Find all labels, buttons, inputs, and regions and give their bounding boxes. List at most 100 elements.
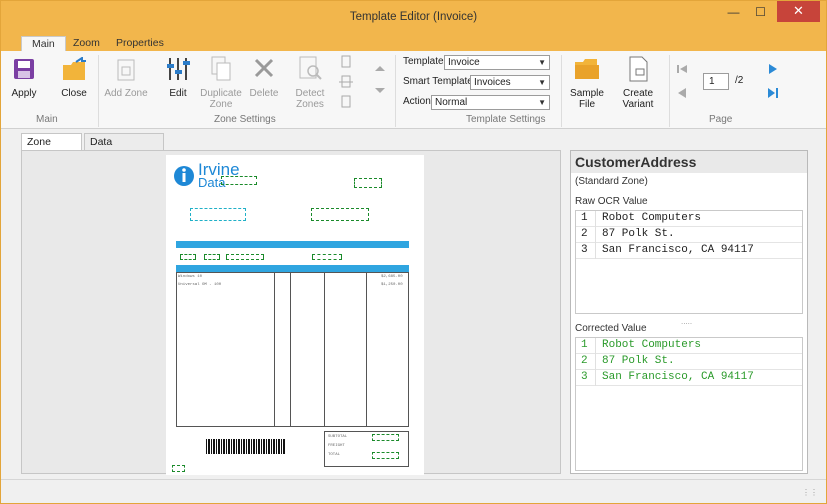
list-item: 1 Robot Computers	[576, 211, 802, 227]
detect-zones-icon	[299, 56, 322, 80]
total-label: TOTAL	[328, 453, 341, 457]
zone-box[interactable]	[312, 254, 342, 260]
sliders-icon	[167, 58, 190, 80]
edit-button[interactable]: Edit	[161, 55, 195, 99]
zone-box[interactable]	[180, 254, 196, 260]
app-window: Template Editor (Invoice) — ☐ ✕ Main Zoo…	[0, 0, 827, 504]
folder-close-icon	[63, 56, 86, 80]
status-bar: ⋮⋮	[1, 479, 826, 503]
move-down-icon[interactable]	[373, 85, 387, 100]
tab-properties[interactable]: Properties	[106, 36, 174, 52]
zone-box[interactable]	[311, 208, 369, 221]
template-label: Template	[403, 56, 444, 67]
group-label-main: Main	[36, 114, 58, 125]
delete-x-icon	[254, 58, 274, 78]
title-bar: Template Editor (Invoice) — ☐ ✕	[1, 1, 826, 35]
template-select[interactable]: Invoice ▼	[444, 55, 550, 70]
zone-title: CustomerAddress	[575, 154, 697, 170]
smart-template-label: Smart Template	[403, 76, 473, 87]
line-number: 3	[576, 370, 596, 386]
detect-zones-label: Detect Zones	[295, 88, 325, 110]
line-number: 3	[576, 243, 596, 259]
save-icon	[14, 59, 34, 79]
prev-page-icon[interactable]	[675, 87, 689, 102]
zone-box[interactable]	[372, 434, 399, 441]
line-text[interactable]: 87 Polk St.	[602, 354, 675, 369]
next-page-icon[interactable]	[766, 63, 780, 78]
zone-box[interactable]	[354, 178, 382, 188]
customer-address-zone[interactable]	[190, 208, 246, 221]
align-middle-icon[interactable]	[339, 75, 353, 92]
table-divider	[366, 272, 367, 427]
zone-box[interactable]	[221, 176, 257, 185]
splitter-handle[interactable]: .....	[681, 317, 692, 326]
move-up-icon[interactable]	[373, 63, 387, 78]
action-select[interactable]: Normal ▼	[431, 95, 550, 110]
table-divider	[324, 272, 325, 427]
line-text[interactable]: San Francisco, CA 94117	[602, 370, 754, 385]
maximize-icon[interactable]: ☐	[747, 1, 774, 25]
chevron-down-icon: ▼	[538, 98, 546, 107]
table-divider	[274, 272, 275, 427]
add-zone-button[interactable]: Add Zone	[104, 59, 148, 99]
chevron-down-icon: ▼	[538, 78, 546, 87]
tab-zoom[interactable]: Zoom	[63, 36, 110, 52]
zone-box[interactable]	[204, 254, 220, 260]
duplicate-icon	[211, 56, 231, 81]
tab-main[interactable]: Main	[21, 36, 66, 52]
align-bottom-icon[interactable]	[339, 95, 353, 112]
detect-zones-button[interactable]: Detect Zones	[291, 55, 329, 110]
apply-button[interactable]: Apply	[7, 57, 41, 99]
line-number: 2	[576, 354, 596, 370]
line-text: 87 Polk St.	[602, 228, 675, 240]
sample-file-label: Sample File	[570, 88, 604, 110]
first-page-icon[interactable]	[675, 63, 689, 78]
resize-grip-icon[interactable]: ⋮⋮	[802, 488, 818, 497]
invoice-document: Irvine Data Windows 10 Universal OM - 10…	[166, 155, 424, 475]
table-divider	[290, 272, 291, 427]
corrected-value-list[interactable]: 1 Robot Computers 2 87 Polk St. 3 San Fr…	[575, 337, 803, 471]
line-text: Robot Computers	[602, 212, 702, 224]
template-value: Invoice	[448, 57, 480, 68]
smart-template-select[interactable]: Invoices ▼	[470, 75, 550, 90]
group-separator	[395, 55, 396, 127]
duplicate-zone-button[interactable]: Duplicate Zone	[197, 55, 245, 110]
smart-template-value: Invoices	[474, 77, 511, 88]
raw-ocr-list[interactable]: 1 Robot Computers 2 87 Polk St. 3 San Fr…	[575, 210, 803, 314]
irvine-logo-icon	[174, 166, 194, 186]
close-button[interactable]: Close	[57, 56, 91, 99]
corrected-value-label: Corrected Value	[575, 323, 647, 334]
group-label-zone-settings: Zone Settings	[214, 114, 276, 125]
minimize-icon[interactable]: —	[720, 1, 747, 25]
line-text[interactable]: Robot Computers	[602, 338, 701, 353]
items-header-bar	[176, 265, 409, 272]
zone-box[interactable]	[226, 254, 264, 260]
zone-box[interactable]	[172, 465, 185, 472]
list-item: 3 San Francisco, CA 94117	[576, 243, 802, 259]
ribbon-tabs: Main Zoom Properties	[1, 35, 826, 52]
page-number-input[interactable]: 1	[703, 73, 729, 90]
sample-file-button[interactable]: Sample File	[567, 55, 607, 110]
create-variant-icon	[629, 56, 648, 82]
action-label: Action	[403, 96, 431, 107]
line-number: 2	[576, 227, 596, 243]
list-item: 2 87 Polk St.	[576, 354, 802, 370]
subtotal-label: SUBTOTAL	[328, 435, 348, 439]
zone-editor-canvas[interactable]: Irvine Data Windows 10 Universal OM - 10…	[21, 150, 561, 475]
items-table	[176, 272, 409, 427]
delete-button[interactable]: Delete	[247, 55, 281, 99]
tab-zone-editor[interactable]: Zone Editor	[21, 133, 82, 164]
group-separator	[98, 55, 99, 127]
close-window-button[interactable]: ✕	[777, 1, 820, 22]
create-variant-button[interactable]: Create Variant	[617, 55, 659, 110]
tab-data-connectors[interactable]: Data Connectors	[84, 133, 164, 164]
zone-box[interactable]	[372, 452, 399, 459]
last-page-icon[interactable]	[766, 87, 780, 102]
zone-type: (Standard Zone)	[575, 176, 648, 187]
chevron-down-icon: ▼	[538, 58, 546, 67]
line-text: San Francisco, CA 94117	[602, 244, 754, 256]
group-label-template-settings: Template Settings	[466, 114, 546, 125]
barcode	[206, 439, 286, 454]
folder-icon	[575, 59, 599, 79]
align-top-icon[interactable]	[339, 55, 353, 72]
